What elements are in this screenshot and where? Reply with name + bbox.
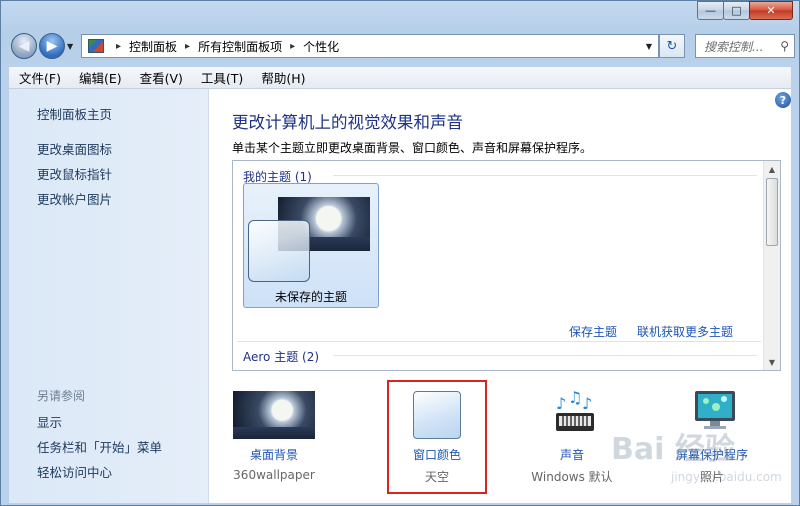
sidebar-link-mouse-pointers[interactable]: 更改鼠标指针: [37, 164, 112, 183]
sidebar-link-ease-of-access[interactable]: 轻松访问中心: [37, 462, 112, 481]
svg-text:♪: ♪: [556, 394, 566, 413]
screensaver-option[interactable]: 屏幕保护程序 照片: [647, 379, 777, 489]
address-bar[interactable]: ▸ 控制面板 ▸ 所有控制面板项 ▸ 个性化 ▼: [81, 34, 659, 58]
menu-bar: 文件(F) 编辑(E) 查看(V) 工具(T) 帮助(H): [9, 67, 791, 89]
chevron-right-icon[interactable]: ▸: [116, 41, 121, 52]
breadcrumb-all-items[interactable]: 所有控制面板项: [198, 38, 282, 55]
address-dropdown-icon[interactable]: ▼: [646, 42, 652, 51]
theme-list-scrollbar[interactable]: ▲ ▼: [763, 161, 780, 370]
back-button[interactable]: ◀: [11, 33, 37, 59]
menu-view[interactable]: 查看(V): [140, 68, 183, 87]
sound-value: Windows 默认: [531, 470, 613, 484]
unsaved-theme-tile[interactable]: 未保存的主题: [243, 183, 379, 308]
chevron-right-icon[interactable]: ▸: [185, 41, 190, 52]
caption-buttons: — □ ✕: [697, 1, 793, 20]
help-icon[interactable]: ?: [775, 92, 791, 108]
sidebar-link-desktop-icons[interactable]: 更改桌面图标: [37, 139, 112, 158]
group-divider: [333, 355, 757, 356]
search-icon[interactable]: ⚲: [780, 39, 789, 53]
sidebar-link-taskbar[interactable]: 任务栏和「开始」菜单: [37, 437, 162, 456]
scroll-thumb[interactable]: [766, 178, 778, 246]
forward-arrow-icon: ▶: [46, 38, 58, 54]
forward-button[interactable]: ▶: [39, 33, 65, 59]
theme-label: 未保存的主题: [274, 290, 347, 304]
get-more-themes-link[interactable]: 联机获取更多主题: [637, 323, 733, 340]
svg-text:♫: ♫: [568, 389, 582, 407]
theme-list: 我的主题 (1) 未保存的主题 保存主题 联机获取更多主题 Aero 主题 (2…: [232, 160, 781, 371]
see-also-heading: 另请参阅: [37, 389, 86, 403]
page-title: 更改计算机上的视觉效果和声音: [232, 113, 463, 132]
svg-text:♪: ♪: [582, 394, 592, 413]
refresh-icon: ↻: [666, 38, 678, 54]
sidebar: 控制面板主页 更改桌面图标 更改鼠标指针 更改帐户图片 另请参阅 显示 任务栏和…: [9, 89, 209, 503]
menu-tools[interactable]: 工具(T): [201, 68, 243, 87]
wallpaper-icon: [233, 391, 315, 439]
personalization-options: 桌面背景 360wallpaper 窗口颜色 天空 ♪ ♫ ♪ 声音 Windo…: [209, 379, 791, 503]
content-area: 控制面板主页 更改桌面图标 更改鼠标指针 更改帐户图片 另请参阅 显示 任务栏和…: [9, 89, 791, 503]
breadcrumb-control-panel[interactable]: 控制面板: [129, 38, 177, 55]
navigation-bar: ◀ ▶ ▼ ▸ 控制面板 ▸ 所有控制面板项 ▸ 个性化 ▼ ↻ 搜索控制...…: [9, 31, 795, 61]
screensaver-icon: [695, 391, 735, 429]
sidebar-link-control-panel-home[interactable]: 控制面板主页: [37, 104, 112, 123]
recent-pages-dropdown[interactable]: ▼: [67, 42, 73, 51]
desktop-background-value: 360wallpaper: [233, 468, 315, 482]
sidebar-link-display[interactable]: 显示: [37, 412, 62, 431]
group-divider: [237, 341, 761, 342]
back-arrow-icon: ◀: [18, 38, 30, 54]
minimize-button[interactable]: —: [697, 1, 724, 20]
menu-edit[interactable]: 编辑(E): [79, 68, 122, 87]
screensaver-value: 照片: [699, 470, 724, 484]
desktop-background-option[interactable]: 桌面背景 360wallpaper: [209, 379, 339, 489]
refresh-button[interactable]: ↻: [659, 34, 685, 58]
sound-option[interactable]: ♪ ♫ ♪ 声音 Windows 默认: [507, 379, 637, 489]
close-button[interactable]: ✕: [749, 1, 793, 20]
sidebar-link-account-picture[interactable]: 更改帐户图片: [37, 189, 112, 208]
screensaver-link[interactable]: 屏幕保护程序: [647, 446, 777, 463]
desktop-background-link[interactable]: 桌面背景: [209, 446, 339, 463]
maximize-button[interactable]: □: [723, 1, 750, 20]
search-placeholder: 搜索控制...: [704, 39, 764, 54]
scroll-down-icon[interactable]: ▼: [764, 354, 780, 370]
menu-help[interactable]: 帮助(H): [261, 68, 305, 87]
chevron-right-icon[interactable]: ▸: [290, 41, 295, 52]
explorer-window: — □ ✕ ◀ ▶ ▼ ▸ 控制面板 ▸ 所有控制面板项 ▸ 个性化 ▼ ↻ 搜…: [0, 0, 800, 506]
menu-file[interactable]: 文件(F): [19, 68, 61, 87]
control-panel-icon: [88, 39, 104, 53]
save-theme-link[interactable]: 保存主题: [569, 323, 617, 340]
group-divider: [333, 175, 757, 176]
main-panel: ? 更改计算机上的视觉效果和声音 单击某个主题立即更改桌面背景、窗口颜色、声音和…: [209, 89, 791, 503]
breadcrumb-personalization[interactable]: 个性化: [303, 38, 339, 55]
search-input[interactable]: 搜索控制... ⚲: [695, 34, 795, 58]
sound-link[interactable]: 声音: [507, 446, 637, 463]
scroll-up-icon[interactable]: ▲: [764, 161, 780, 177]
sound-icon: ♪ ♫ ♪: [556, 389, 594, 431]
aero-themes-header[interactable]: Aero 主题 (2): [243, 348, 319, 365]
page-description: 单击某个主题立即更改桌面背景、窗口颜色、声音和屏幕保护程序。: [232, 141, 593, 155]
window-color-highlight-box: [387, 380, 487, 494]
theme-window-color-preview: [248, 220, 310, 282]
